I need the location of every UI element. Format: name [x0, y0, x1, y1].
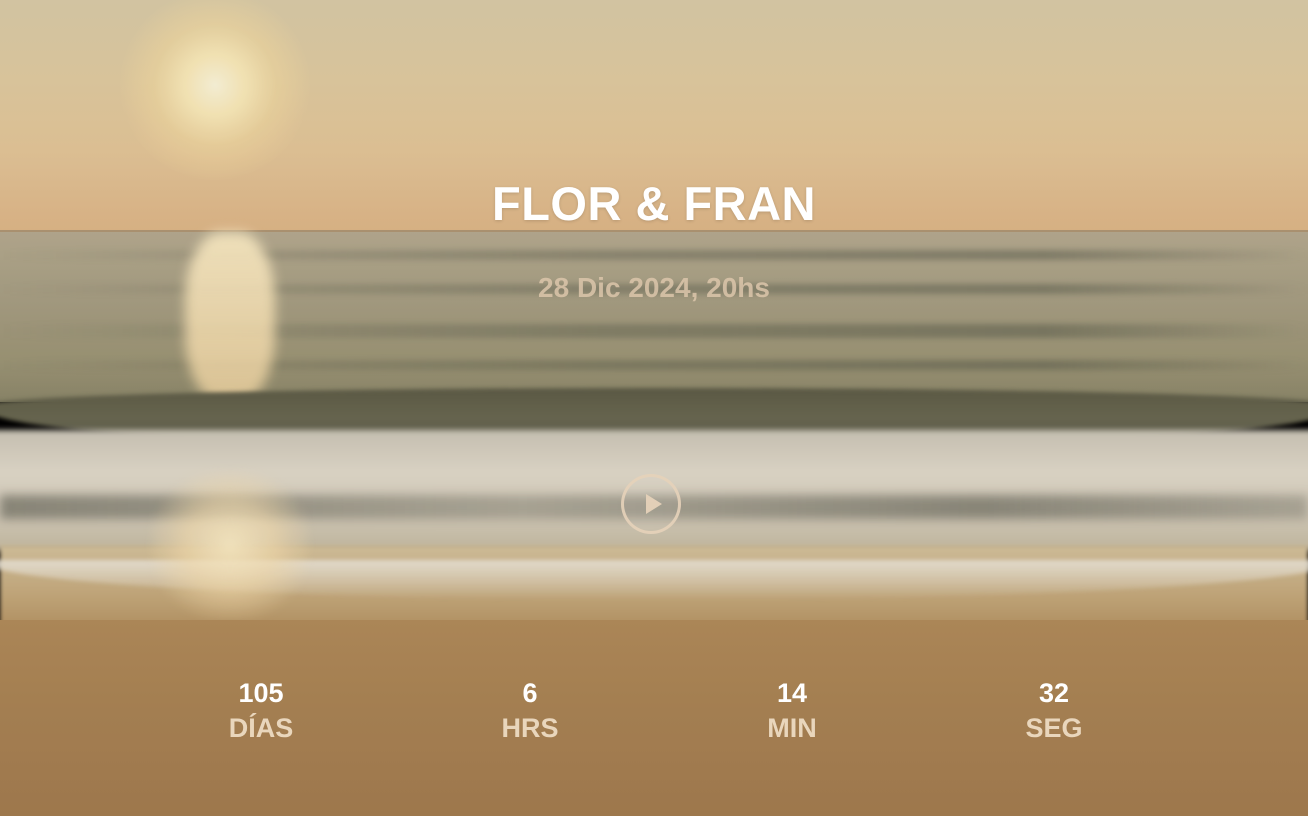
countdown-days-value: 105	[238, 678, 284, 708]
countdown-hours-label: HRS	[501, 713, 559, 743]
play-video-button[interactable]	[621, 474, 681, 534]
play-icon	[645, 494, 662, 514]
countdown-hours-value: 6	[522, 678, 538, 708]
countdown-seconds: 32 SEG	[974, 676, 1134, 746]
hero-video-section: FLOR & FRAN 28 Dic 2024, 20hs 105 DÍAS 6…	[0, 0, 1308, 816]
countdown-days: 105 DÍAS	[181, 676, 341, 746]
countdown-days-label: DÍAS	[228, 713, 294, 743]
countdown: 105 DÍAS 6 HRS 14 MIN 32 SEG	[0, 676, 1308, 756]
countdown-minutes-value: 14	[776, 678, 808, 708]
page-title: FLOR & FRAN	[491, 177, 816, 230]
countdown-seconds-value: 32	[1038, 678, 1070, 708]
countdown-minutes-label: MIN	[767, 713, 817, 743]
countdown-hours: 6 HRS	[450, 676, 610, 746]
countdown-minutes: 14 MIN	[712, 676, 872, 746]
countdown-seconds-label: SEG	[1025, 713, 1083, 743]
event-date: 28 Dic 2024, 20hs	[538, 272, 770, 303]
